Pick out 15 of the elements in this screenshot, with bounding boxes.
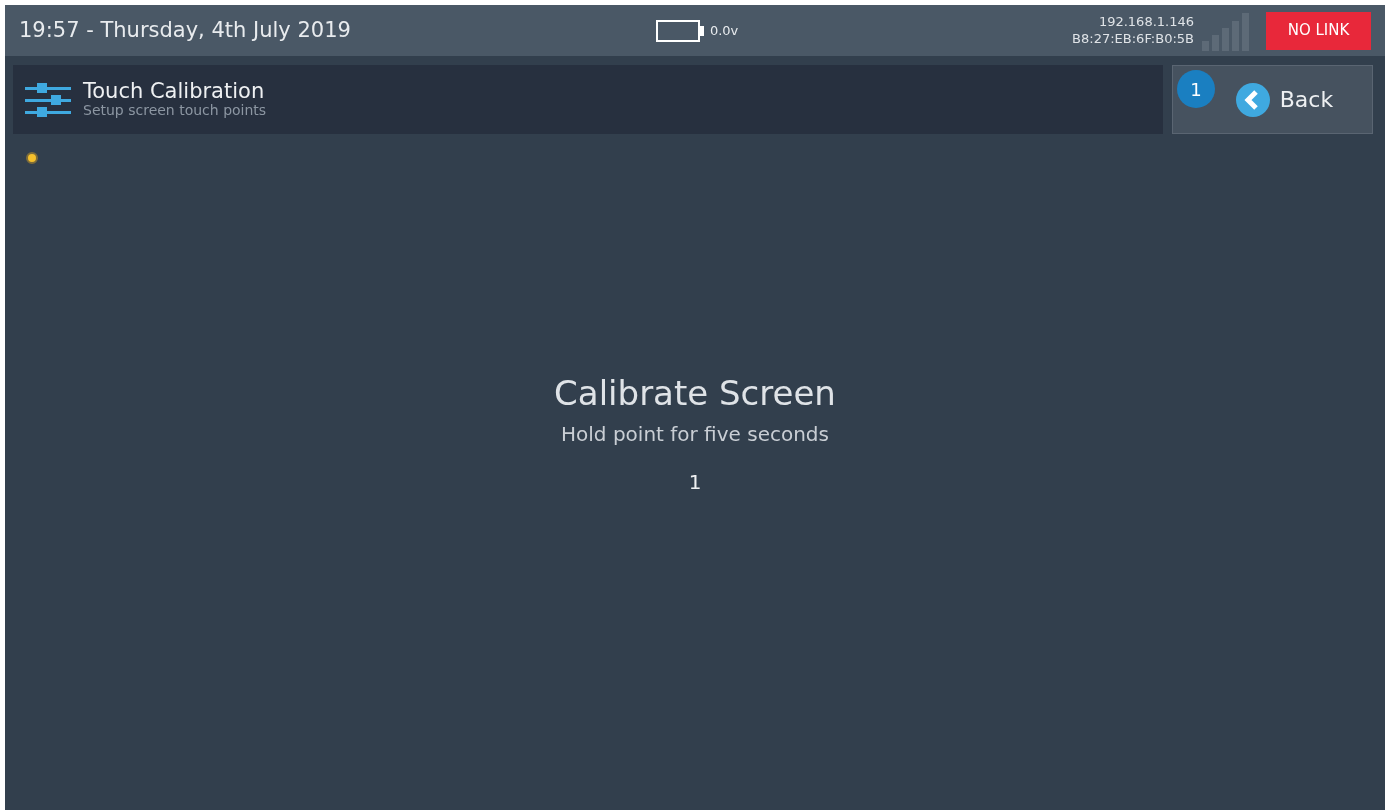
date-time: 19:57 - Thursday, 4th July 2019 xyxy=(19,16,351,44)
link-status-badge: NO LINK xyxy=(1266,11,1371,50)
page-title: Touch Calibration xyxy=(83,80,266,104)
ip-address: 192.168.1.146 xyxy=(1097,13,1194,31)
voltage-reading: 0.0v xyxy=(709,21,739,40)
point-number: 1 xyxy=(688,468,702,496)
sliders-icon xyxy=(25,81,71,118)
mac-address: B8:27:EB:6F:B0:5B xyxy=(1072,30,1194,48)
battery-icon xyxy=(655,19,704,42)
back-button[interactable]: 1 Back xyxy=(1172,65,1373,134)
calibration-point xyxy=(26,152,38,164)
calibration-title: Calibrate Screen xyxy=(554,371,836,415)
calibration-instruction: Hold point for five seconds xyxy=(561,420,829,448)
page-subtitle: Setup screen touch points xyxy=(83,103,267,119)
count-badge: 1 xyxy=(1177,70,1215,108)
